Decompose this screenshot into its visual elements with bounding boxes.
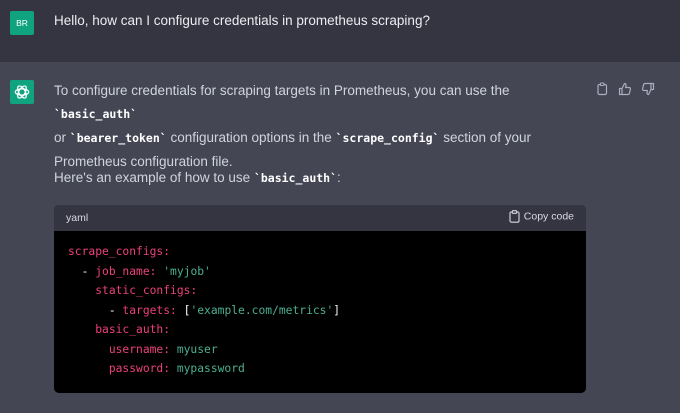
inline-code: `bearer_token` — [69, 131, 167, 145]
user-message-row: BR Hello, how can I configure credential… — [0, 0, 680, 63]
code-token: - — [108, 303, 123, 317]
code-content: scrape_configs: - job_name: 'myjob' stat… — [68, 242, 340, 379]
code-language-label: yaml — [66, 212, 89, 224]
clipboard-icon — [509, 210, 520, 223]
user-message-text: Hello, how can I configure credentials i… — [54, 13, 430, 28]
assistant-message-row: To configure credentials for scraping ta… — [0, 62, 680, 413]
text-segment: : — [337, 170, 341, 185]
copy-code-button[interactable]: Copy code — [509, 210, 574, 226]
openai-logo-icon — [14, 85, 30, 99]
code-token: 'example.com/metrics' — [190, 303, 334, 317]
assistant-paragraph-2: Here's an example of how to use `basic_a… — [54, 166, 584, 190]
thumbs-down-icon[interactable] — [641, 82, 655, 98]
inline-code: `basic_auth` — [253, 171, 338, 185]
text-segment: or — [54, 130, 70, 145]
inline-code: `basic_auth` — [54, 107, 138, 121]
copy-code-label: Copy code — [523, 210, 574, 223]
code-token: targets: — [122, 303, 184, 317]
code-token: basic_auth: — [95, 323, 171, 336]
code-token: ] — [333, 303, 341, 317]
text-segment: configuration options in the — [166, 130, 336, 145]
code-token: job_name: — [95, 264, 164, 278]
code-token: myuser — [176, 342, 218, 356]
inline-code: `scrape_config` — [335, 131, 440, 145]
code-token: - — [81, 264, 96, 278]
text-segment: To configure credentials for scraping ta… — [54, 83, 510, 98]
thumbs-up-icon[interactable] — [618, 82, 632, 98]
text-segment: section of your — [439, 130, 531, 145]
text-segment: Here's an example of how to use — [54, 170, 254, 185]
code-token: username: — [108, 342, 177, 356]
code-block: yaml Copy code scrape_configs: - job_nam… — [54, 205, 586, 393]
code-token: scrape_configs: — [68, 245, 171, 258]
copy-icon[interactable] — [596, 82, 610, 98]
code-token: mypassword — [176, 362, 245, 375]
code-token: static_configs: — [95, 284, 198, 297]
code-block-header: yaml Copy code — [54, 205, 586, 231]
assistant-paragraph-1: To configure credentials for scraping ta… — [54, 79, 584, 173]
assistant-avatar — [10, 80, 34, 104]
code-token: 'myjob' — [163, 264, 211, 278]
code-token: password: — [108, 362, 177, 375]
user-avatar: BR — [10, 11, 34, 35]
